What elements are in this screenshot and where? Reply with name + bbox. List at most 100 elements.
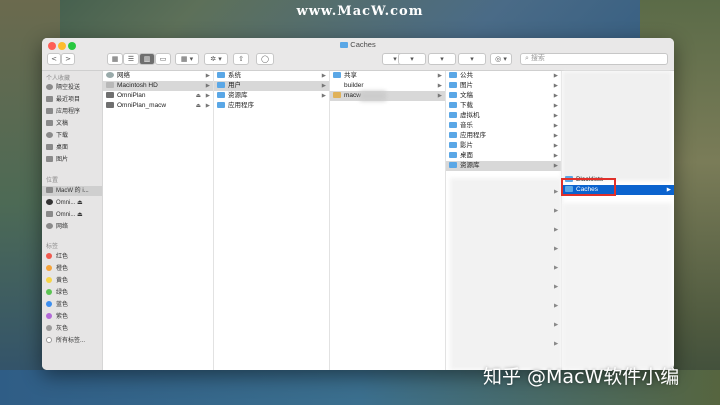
tag-button[interactable]: ◯ xyxy=(256,53,274,65)
list-item-library[interactable]: 资源库 ▶ xyxy=(214,91,329,101)
dropdown-button-4[interactable]: ▾ xyxy=(458,53,486,65)
list-item-builder[interactable]: builder ▶ xyxy=(330,81,445,91)
sidebar-tag-purple[interactable]: 紫色 xyxy=(46,312,102,322)
gallery-view-button[interactable]: ▭ xyxy=(155,53,171,65)
sidebar-header-favorites: 个人收藏 xyxy=(46,76,71,82)
folder-icon xyxy=(333,72,341,78)
chevron-right-icon: ▶ xyxy=(553,133,558,139)
folder-icon xyxy=(449,152,457,158)
sidebar-item-omni-1[interactable]: Omni... ⏏ xyxy=(46,198,102,208)
share-button[interactable]: ⇧ xyxy=(233,53,249,65)
chevron-right-icon: ▶ xyxy=(553,103,558,109)
list-item-music[interactable]: 音乐 ▶ xyxy=(446,121,561,131)
list-item-public[interactable]: 公共 ▶ xyxy=(446,71,561,81)
column-view-button[interactable]: ▥ xyxy=(139,53,155,65)
globe-icon xyxy=(46,223,53,229)
forward-button[interactable]: > xyxy=(61,53,75,65)
chevron-right-icon: ▶ xyxy=(553,143,558,149)
sidebar-all-tags[interactable]: 所有标签... xyxy=(46,336,102,346)
sidebar-item-network[interactable]: 网络 xyxy=(46,222,102,232)
list-item-movies[interactable]: 影片 ▶ xyxy=(446,141,561,151)
folder-icon xyxy=(217,102,225,108)
sidebar-item-mac[interactable]: MacW 的 i... xyxy=(42,186,102,196)
chevron-right-icon: ▶ xyxy=(553,153,558,159)
chevron-right-icon: ▶ xyxy=(553,93,558,99)
account-button[interactable]: ◎ ▾ xyxy=(490,53,512,65)
column-2: 系统 ▶ 用户 ▶ 资源库 ▶ 应用程序 xyxy=(214,71,330,370)
list-item-macw[interactable]: macw ▶ xyxy=(330,91,445,101)
folder-icon xyxy=(449,122,457,128)
eject-icon[interactable]: ⏏ xyxy=(77,200,83,206)
folder-icon xyxy=(449,92,457,98)
list-view-button[interactable]: ☰ xyxy=(123,53,139,65)
eject-icon[interactable]: ⏏ xyxy=(77,212,83,218)
chevron-right-icon: ▶ xyxy=(553,83,558,89)
column-5: Blacklists Caches ▶ xyxy=(561,71,674,370)
sidebar-tag-yellow[interactable]: 黄色 xyxy=(46,276,102,286)
sidebar-tag-blue[interactable]: 蓝色 xyxy=(46,300,102,310)
list-item-pictures[interactable]: 图片 ▶ xyxy=(446,81,561,91)
list-item-downloads[interactable]: 下载 ▶ xyxy=(446,101,561,111)
list-item-system[interactable]: 系统 ▶ xyxy=(214,71,329,81)
finder-window: Caches < > ▦ ☰ ▥ ▭ ▦ ▾ ✲ ▾ ⇧ ◯ ▾ ▾ ▾ ▾ ◎… xyxy=(42,38,674,370)
highlight-box xyxy=(561,178,616,196)
back-button[interactable]: < xyxy=(47,53,61,65)
sidebar-tag-red[interactable]: 红色 xyxy=(46,252,102,262)
list-item-desktop[interactable]: 桌面 ▶ xyxy=(446,151,561,161)
eject-icon[interactable]: ⏏ xyxy=(196,91,201,101)
sidebar-header-locations: 位置 xyxy=(46,178,59,184)
list-item-macintosh-hd[interactable]: Macintosh HD ▶ xyxy=(103,81,213,91)
list-item-omniplan[interactable]: OmniPlan ⏏ ▶ xyxy=(103,91,213,101)
chevron-right-icon: ▶ xyxy=(205,103,210,109)
chevron-right-icon: ▶ xyxy=(205,93,210,99)
sidebar-item-airdrop[interactable]: 隔空投送 xyxy=(46,83,102,93)
window-title: Caches xyxy=(42,40,674,49)
disk-icon xyxy=(106,82,114,88)
dropdown-button-2[interactable]: ▾ xyxy=(398,53,426,65)
folder-icon xyxy=(333,82,341,88)
chevron-right-icon: ▶ xyxy=(321,73,326,79)
sidebar-tag-gray[interactable]: 灰色 xyxy=(46,324,102,334)
sidebar-item-pictures[interactable]: 图片 xyxy=(46,155,102,165)
list-item-library-user[interactable]: 资源库 ▶ xyxy=(446,161,561,171)
eject-icon[interactable]: ⏏ xyxy=(196,101,201,111)
list-item-applications[interactable]: 应用程序 xyxy=(214,101,329,111)
chevron-right-icon: ▶ xyxy=(205,73,210,79)
disk-icon xyxy=(46,211,53,217)
sidebar-item-desktop[interactable]: 桌面 xyxy=(46,143,102,153)
red-tag-icon xyxy=(46,253,52,259)
folder-icon xyxy=(449,102,457,108)
list-item-network[interactable]: 网络 ▶ xyxy=(103,71,213,81)
dropdown-button-3[interactable]: ▾ xyxy=(428,53,456,65)
blue-tag-icon xyxy=(46,301,52,307)
list-item-users[interactable]: 用户 ▶ xyxy=(214,81,329,91)
list-item-shared[interactable]: 共享 ▶ xyxy=(330,71,445,81)
chevron-right-icon: ▶ xyxy=(205,83,210,89)
sidebar-tag-orange[interactable]: 橙色 xyxy=(46,264,102,274)
search-input[interactable]: ⌕ 搜索 xyxy=(520,53,668,65)
list-item-apps[interactable]: 应用程序 ▶ xyxy=(446,131,561,141)
globe-icon xyxy=(106,72,114,78)
chevron-right-icon: ▶ xyxy=(321,93,326,99)
folder-icon xyxy=(449,132,457,138)
action-gear-button[interactable]: ✲ ▾ xyxy=(204,53,228,65)
clock-icon xyxy=(46,96,53,102)
list-item-vm[interactable]: 虚拟机 ▶ xyxy=(446,111,561,121)
list-item-omniplan-macw[interactable]: OmniPlan_macw ⏏ ▶ xyxy=(103,101,213,111)
icon-view-button[interactable]: ▦ xyxy=(107,53,123,65)
orange-tag-icon xyxy=(46,265,52,271)
chevron-right-icon: ▶ xyxy=(553,123,558,129)
sidebar-tag-green[interactable]: 绿色 xyxy=(46,288,102,298)
sidebar-item-downloads[interactable]: 下载 xyxy=(46,131,102,141)
group-button[interactable]: ▦ ▾ xyxy=(175,53,199,65)
chevron-right-icon: ▶ xyxy=(553,113,558,119)
sidebar-item-applications[interactable]: 应用程序 xyxy=(46,107,102,117)
list-item-documents[interactable]: 文稿 ▶ xyxy=(446,91,561,101)
folder-icon xyxy=(217,72,225,78)
folder-icon xyxy=(449,142,457,148)
sidebar-header-tags: 标签 xyxy=(46,244,59,250)
download-icon xyxy=(46,132,53,138)
sidebar-item-recents[interactable]: 最近项目 xyxy=(46,95,102,105)
sidebar-item-documents[interactable]: 文稿 xyxy=(46,119,102,129)
sidebar-item-omni-2[interactable]: Omni... ⏏ xyxy=(46,210,102,220)
